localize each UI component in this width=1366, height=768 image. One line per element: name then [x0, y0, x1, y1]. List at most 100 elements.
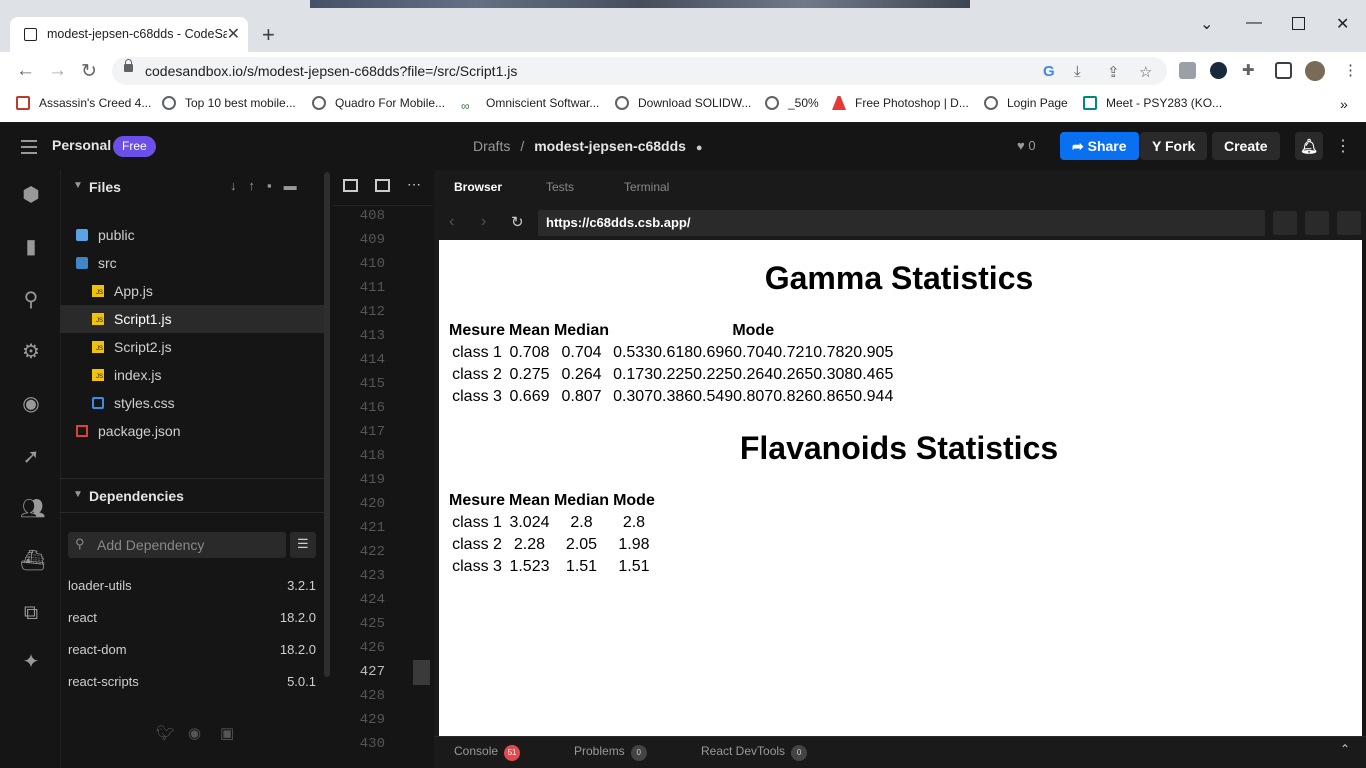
browser-tab[interactable]: modest-jepsen-c68dds - CodeSandbox ✕ [10, 17, 248, 52]
settings-gear-icon[interactable]: ⚙ [20, 341, 42, 363]
heart-icon: ♥ [1017, 138, 1025, 153]
react-devtools-extension-icon[interactable] [1210, 62, 1227, 79]
browser-menu-icon[interactable]: ⋮ [1343, 61, 1358, 79]
bookmark-3[interactable]: Quadro For Mobile... [312, 96, 445, 112]
google-icon[interactable]: G [1043, 63, 1055, 80]
sandbox-cube-icon[interactable]: ⬢ [20, 184, 42, 206]
dependency-menu-button[interactable]: ☰ [290, 532, 316, 558]
share-page-icon[interactable]: ⇪ [1107, 63, 1120, 81]
bookmark-7[interactable]: Free Photoshop | D... [832, 96, 969, 112]
line-number: 411 [359, 280, 385, 296]
sparkles-icon[interactable]: ✦ [20, 651, 42, 673]
tab-terminal[interactable]: Terminal [624, 180, 669, 194]
create-button[interactable]: Create [1212, 132, 1280, 160]
drafts-link[interactable]: Drafts [473, 138, 510, 154]
search-icon[interactable]: ⚲ [20, 289, 42, 311]
profile-avatar[interactable] [1305, 61, 1325, 81]
preview-window-icon[interactable] [375, 179, 390, 192]
file-item-script2-js[interactable]: JS Script2.js [60, 333, 324, 361]
notifications-bell-icon[interactable]: 🔔︎ [1295, 132, 1323, 160]
docker-icon[interactable]: ⛴ [20, 550, 45, 572]
download-icon[interactable]: ↓ [230, 178, 249, 193]
twitter-icon[interactable]: 🐦︎ [156, 724, 175, 742]
bookmark-2[interactable]: Top 10 best mobile... [162, 96, 296, 112]
maximize-button[interactable] [1292, 17, 1305, 30]
tab-search-icon[interactable]: ⌄ [1200, 14, 1213, 34]
preview-refresh-icon[interactable]: ↻ [511, 213, 524, 231]
split-view-icon[interactable] [343, 179, 358, 192]
table-header-row: Mesure Mean Median Mode [447, 320, 895, 342]
new-folder-icon[interactable]: ▬ [284, 178, 309, 193]
react-devtools-tab[interactable]: React DevTools 0 [701, 744, 808, 761]
dependency-item[interactable]: react-dom 18.2.0 [68, 642, 316, 657]
like-button[interactable]: ♥ 0 [1017, 138, 1036, 153]
bookmark-1[interactable]: Assassin's Creed 4... [16, 96, 151, 112]
dependencies-header[interactable]: ▼ Dependencies [60, 478, 324, 513]
extension-r-icon[interactable] [1179, 62, 1196, 79]
upload-icon[interactable]: ↑ [249, 178, 268, 193]
github-icon[interactable]: ◉ [188, 724, 201, 742]
side-panel-icon[interactable] [1275, 62, 1292, 79]
preview-forward-icon[interactable]: › [481, 213, 486, 231]
bookmark-4[interactable]: ∞ Omniscient Softwar... [461, 96, 599, 113]
line-number: 409 [359, 232, 385, 248]
bookmark-star-icon[interactable]: ☆ [1139, 63, 1152, 81]
bookmark-5[interactable]: Download SOLIDW... [615, 96, 751, 112]
forward-icon[interactable]: → [48, 60, 67, 82]
live-users-icon[interactable]: 👥︎ [20, 498, 45, 520]
collapse-files-icon[interactable]: ▼ [73, 180, 83, 191]
file-item-app-js[interactable]: JS App.js [60, 277, 324, 305]
console-tab[interactable]: Console 51 [454, 744, 521, 761]
add-dependency-input[interactable]: ⚲ Add Dependency [68, 532, 286, 558]
bookmark-8[interactable]: Login Page [984, 96, 1068, 112]
editor-more-icon[interactable]: ⋯ [407, 176, 421, 193]
toggle-layout-icon[interactable] [1337, 211, 1361, 235]
tab-tests[interactable]: Tests [546, 180, 574, 194]
editor-scrollbar[interactable] [413, 660, 430, 685]
open-new-window-icon[interactable] [1305, 211, 1329, 235]
discord-icon[interactable]: ▣ [220, 724, 234, 742]
vscode-icon[interactable]: ⧉ [20, 602, 42, 624]
file-item-styles-css[interactable]: styles.css [60, 389, 324, 417]
sidebar-scrollbar[interactable] [324, 172, 330, 677]
bookmark-9[interactable]: Meet - PSY283 (KO... [1083, 96, 1222, 112]
file-item-package-json[interactable]: package.json [60, 417, 324, 445]
bookmarks-overflow-icon[interactable]: » [1340, 96, 1348, 112]
dependency-item[interactable]: loader-utils 3.2.1 [68, 578, 316, 593]
minimize-button[interactable]: — [1246, 14, 1262, 32]
dependency-item[interactable]: react-scripts 5.0.1 [68, 674, 316, 689]
js-file-icon: JS [92, 341, 104, 353]
share-button[interactable]: ➦ Share [1060, 132, 1139, 160]
file-item-script1-js[interactable]: JS Script1.js [60, 305, 324, 333]
more-options-icon[interactable]: ⋮ [1335, 136, 1351, 156]
preview-back-icon[interactable]: ‹ [449, 213, 454, 231]
bookmark-6[interactable]: _50% [765, 96, 819, 112]
new-tab-button[interactable]: + [262, 24, 275, 46]
files-section-title[interactable]: Files [89, 179, 121, 195]
install-icon[interactable]: ⤓ [1074, 63, 1081, 80]
file-explorer-icon[interactable]: ▮ [20, 236, 42, 258]
reload-icon[interactable]: ↻ [81, 60, 97, 83]
sandbox-name[interactable]: modest-jepsen-c68dds [534, 138, 686, 154]
expand-panel-icon[interactable]: ⌃ [1340, 742, 1350, 756]
file-item-public[interactable]: public [60, 221, 324, 249]
dependency-item[interactable]: react 18.2.0 [68, 610, 316, 625]
deploy-rocket-icon[interactable]: ➚ [20, 446, 42, 468]
tab-close-icon[interactable]: ✕ [227, 24, 240, 44]
address-bar[interactable]: codesandbox.io/s/modest-jepsen-c68dds?fi… [112, 57, 1167, 85]
workspace-name[interactable]: Personal [52, 137, 111, 153]
close-window-button[interactable]: ✕ [1336, 14, 1349, 34]
table-row: class 1 0.708 0.704 0.5330.6180.6960.704… [447, 342, 895, 364]
file-item-src[interactable]: src [60, 249, 324, 277]
open-devtools-icon[interactable] [1273, 211, 1297, 235]
menu-icon[interactable] [21, 140, 37, 158]
new-file-icon[interactable]: ▪ [267, 178, 284, 193]
preview-url-input[interactable]: https://c68dds.csb.app/ [538, 210, 1265, 236]
fork-button[interactable]: Y Fork [1140, 132, 1208, 160]
github-icon[interactable]: ◉ [20, 393, 42, 415]
tab-browser[interactable]: Browser [454, 180, 502, 194]
extensions-puzzle-icon[interactable]: ✚ [1242, 61, 1255, 79]
back-icon[interactable]: ← [16, 60, 35, 82]
file-item-index-js[interactable]: JS index.js [60, 361, 324, 389]
problems-tab[interactable]: Problems 0 [574, 744, 647, 761]
